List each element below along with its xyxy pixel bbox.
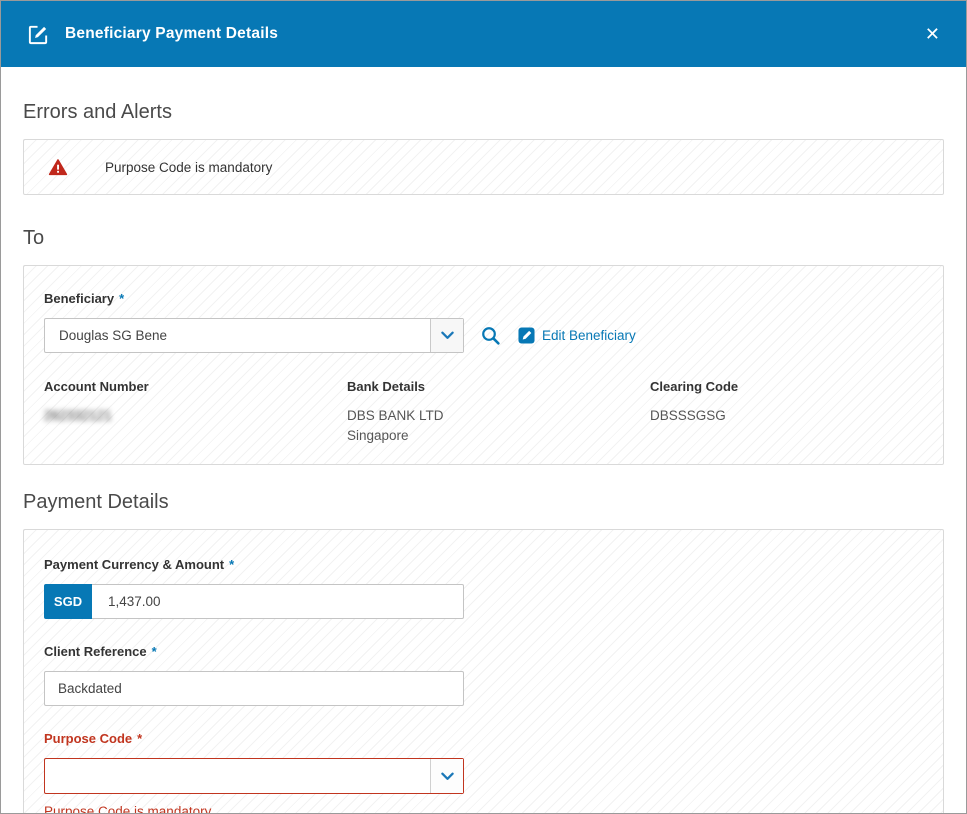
chevron-down-icon [441, 772, 454, 781]
client-reference-label: Client Reference [44, 644, 147, 659]
beneficiary-label: Beneficiary [44, 291, 114, 306]
close-icon[interactable]: ✕ [925, 25, 940, 43]
warning-triangle-icon [48, 158, 68, 176]
modal-body: Errors and Alerts Purpose Code is mandat… [1, 101, 966, 814]
purpose-code-dropdown-button[interactable] [430, 759, 463, 793]
clearing-code-label: Clearing Code [650, 379, 953, 394]
beneficiary-row: Douglas SG Bene [44, 318, 923, 353]
beneficiary-payment-details-modal: Beneficiary Payment Details ✕ Errors and… [0, 0, 967, 814]
currency-amount-label: Payment Currency & Amount [44, 557, 224, 572]
beneficiary-field: Beneficiary * Douglas SG Bene [44, 290, 923, 353]
required-marker: * [152, 644, 157, 659]
bank-details-label: Bank Details [347, 379, 650, 394]
client-reference-field: Client Reference * [44, 643, 923, 706]
to-panel: Beneficiary * Douglas SG Bene [23, 265, 944, 465]
beneficiary-select[interactable]: Douglas SG Bene [44, 318, 464, 353]
search-icon [480, 325, 501, 346]
bank-name: DBS BANK LTD [347, 406, 650, 426]
currency-code-badge[interactable]: SGD [44, 584, 92, 619]
purpose-code-selected-value [45, 759, 430, 793]
beneficiary-dropdown-button[interactable] [430, 319, 463, 352]
account-number-label: Account Number [44, 379, 347, 394]
alert-panel: Purpose Code is mandatory [23, 139, 944, 195]
client-reference-input[interactable] [44, 671, 464, 706]
account-number-field: Account Number 262332121 [44, 379, 347, 446]
chevron-down-icon [441, 331, 454, 340]
purpose-code-label: Purpose Code [44, 731, 132, 746]
bank-details-field: Bank Details DBS BANK LTD Singapore [347, 379, 650, 446]
account-number-value-masked: 262332121 [44, 406, 347, 426]
purpose-code-select[interactable] [44, 758, 464, 794]
clearing-code-value: DBSSSGSG [650, 406, 953, 426]
payment-section-heading: Payment Details [23, 491, 944, 514]
alert-message: Purpose Code is mandatory [105, 160, 272, 175]
required-marker: * [137, 731, 142, 746]
modal-header: Beneficiary Payment Details ✕ [1, 1, 966, 67]
payment-panel: Payment Currency & Amount * SGD Client Re… [23, 529, 944, 814]
to-section-heading: To [23, 227, 944, 250]
clearing-code-field: Clearing Code DBSSSGSG [650, 379, 953, 446]
currency-amount-group: SGD [44, 584, 464, 619]
required-marker: * [119, 291, 124, 306]
bank-country: Singapore [347, 426, 650, 446]
beneficiary-details-row: Account Number 262332121 Bank Details DB… [44, 379, 923, 446]
edit-compose-icon [27, 23, 50, 46]
errors-section-heading: Errors and Alerts [23, 101, 944, 124]
edit-beneficiary-link[interactable]: Edit Beneficiary [518, 327, 636, 344]
beneficiary-selected-value: Douglas SG Bene [45, 319, 430, 352]
search-beneficiary-button[interactable] [480, 325, 501, 346]
edit-pencil-icon [518, 327, 535, 344]
edit-beneficiary-label: Edit Beneficiary [542, 328, 636, 343]
amount-input[interactable] [92, 584, 464, 619]
modal-title: Beneficiary Payment Details [65, 25, 278, 43]
required-marker: * [229, 557, 234, 572]
purpose-code-error-message: Purpose Code is mandatory [44, 804, 923, 814]
currency-amount-field: Payment Currency & Amount * SGD [44, 556, 923, 619]
bank-details-value: DBS BANK LTD Singapore [347, 406, 650, 446]
purpose-code-field: Purpose Code * Purpose Code is mandatory [44, 730, 923, 814]
